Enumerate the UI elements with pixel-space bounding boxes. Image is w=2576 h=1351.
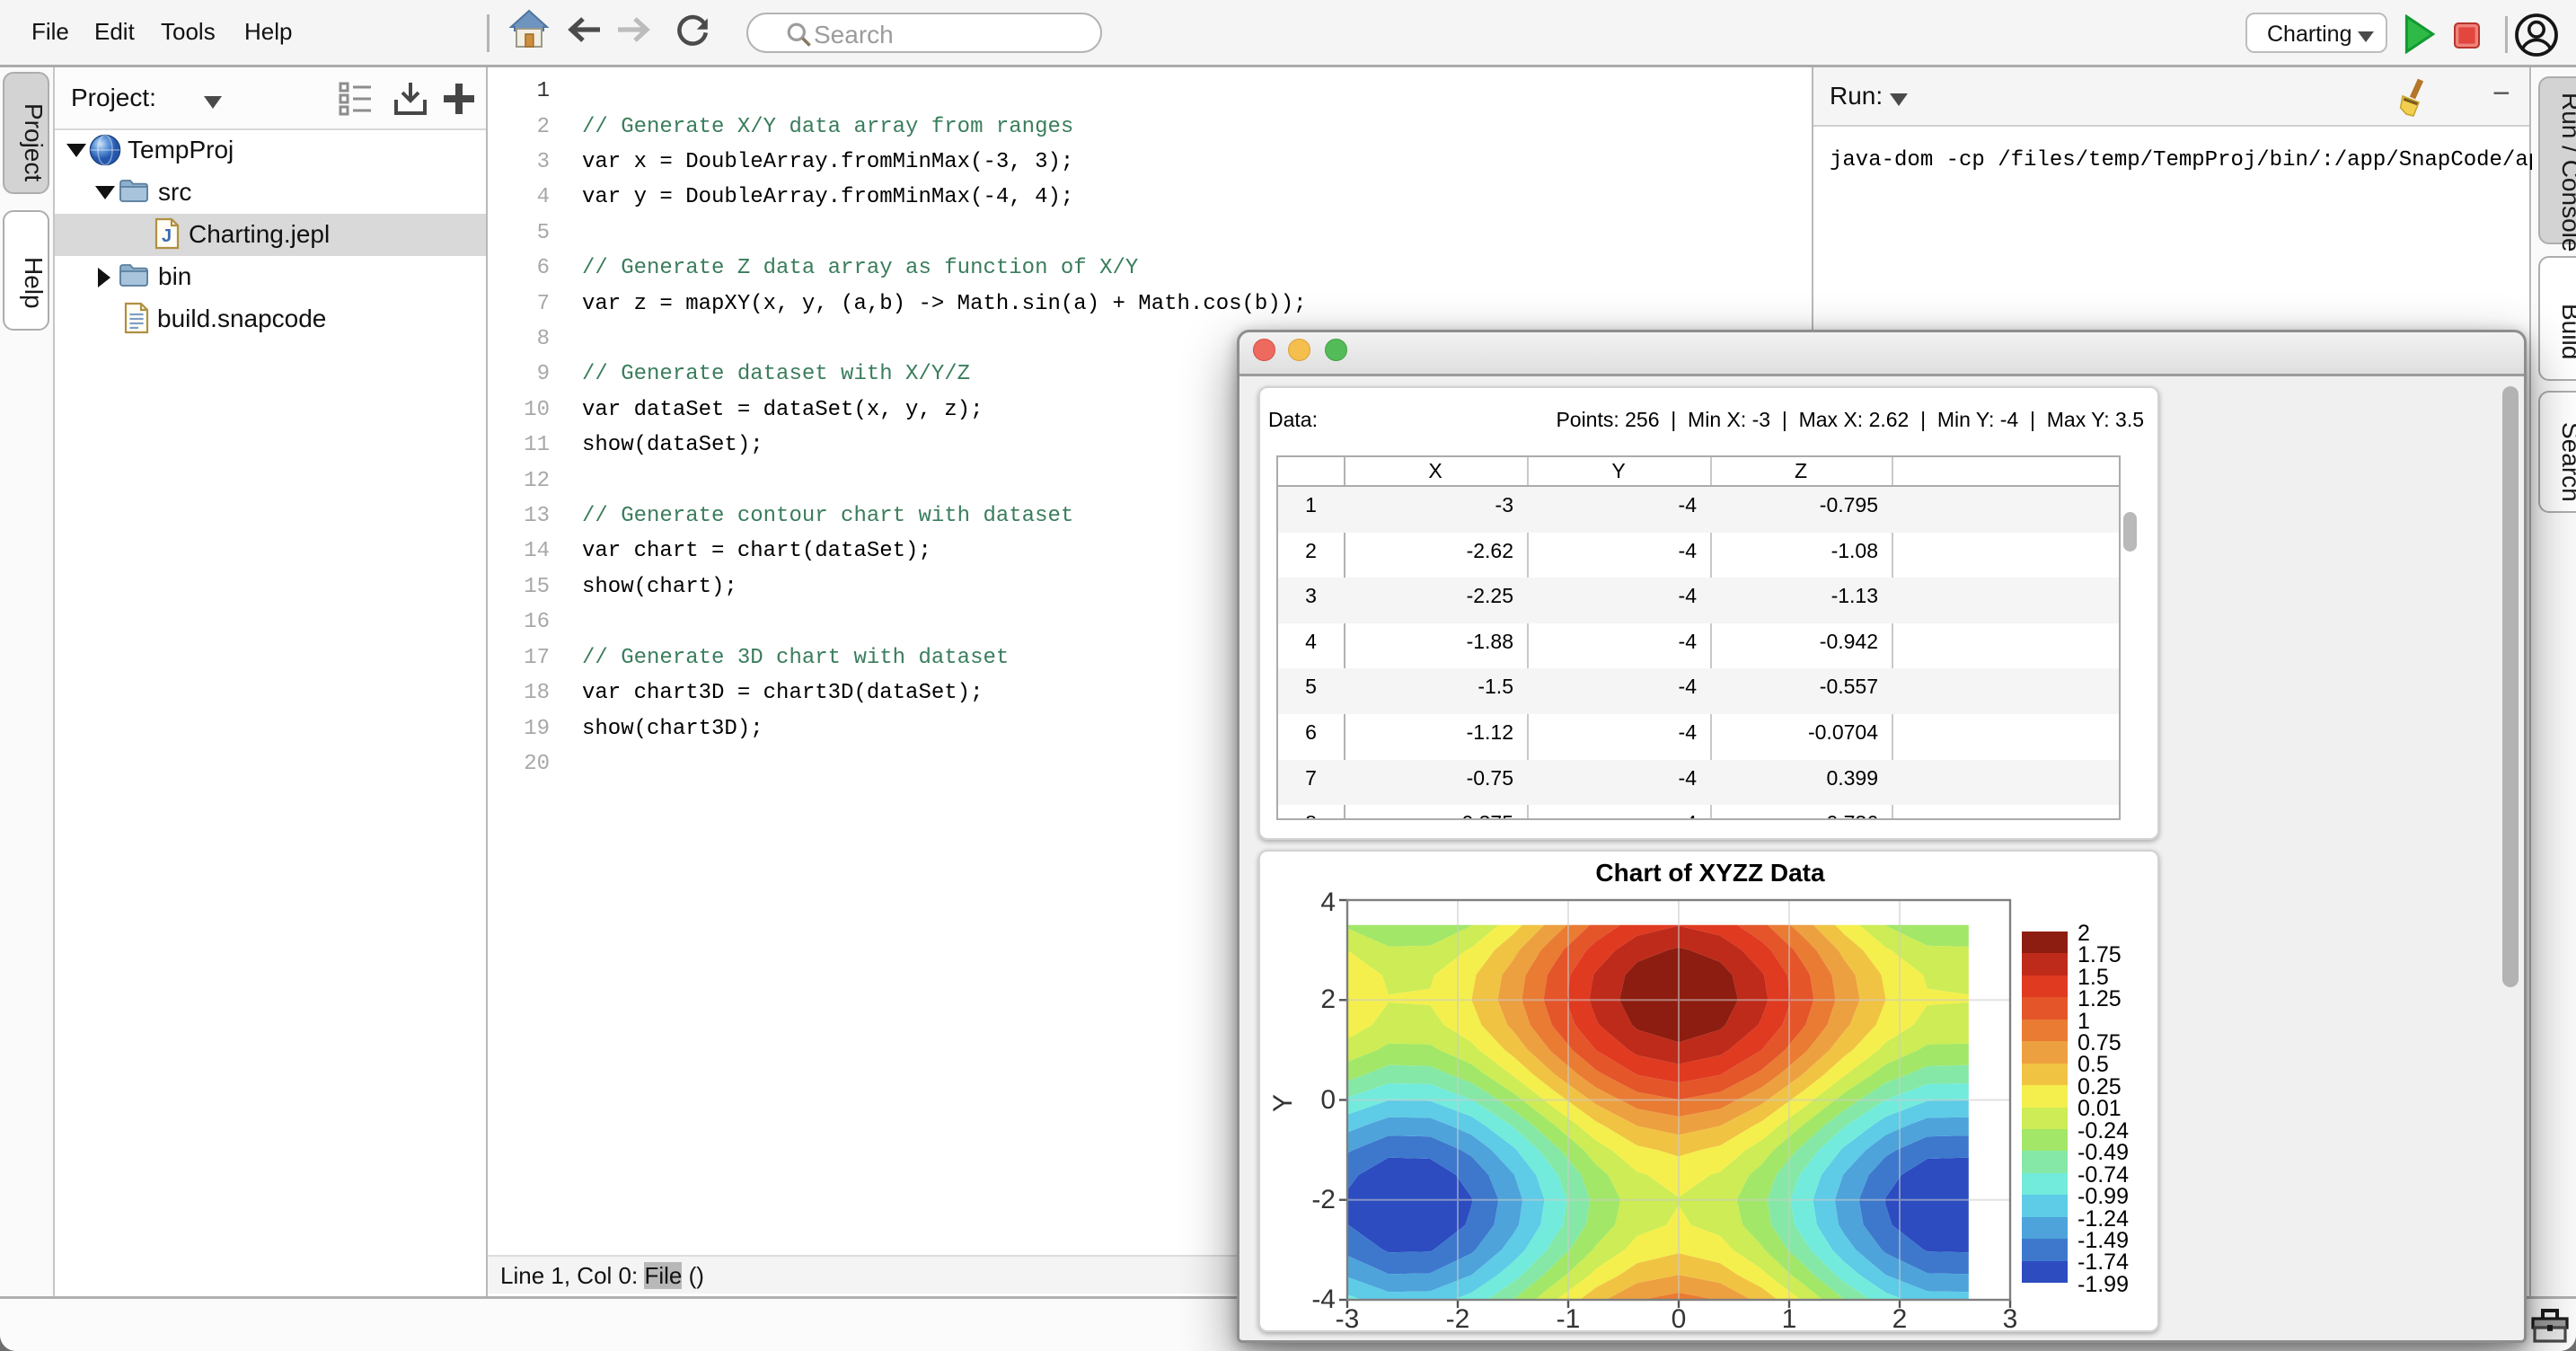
svg-text:J: J	[162, 226, 172, 246]
